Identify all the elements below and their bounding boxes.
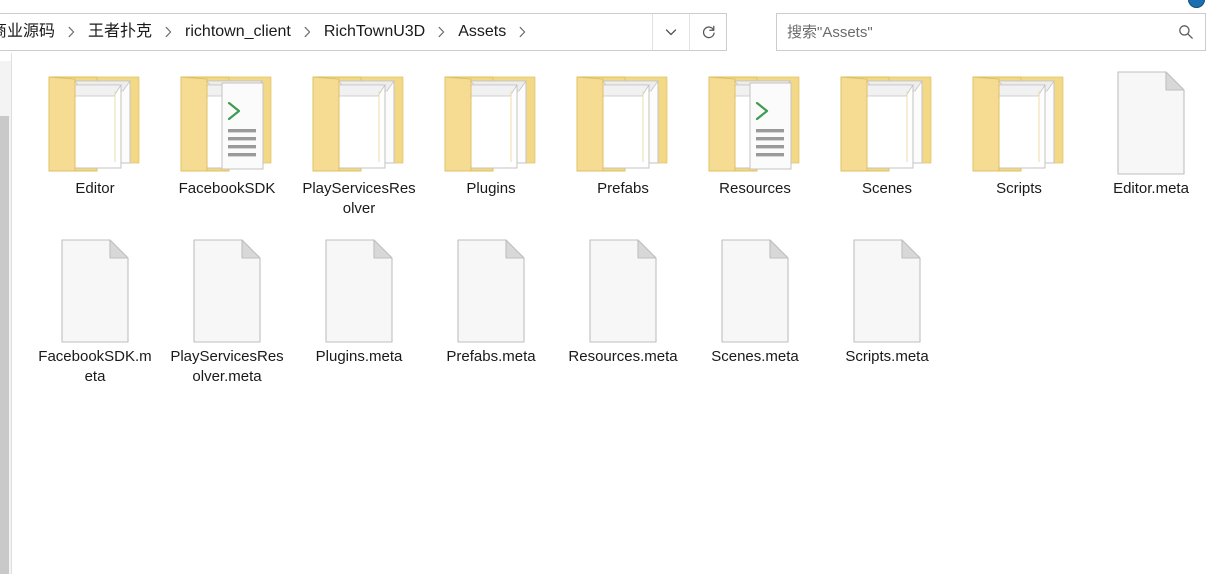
file-item[interactable]: PlayServicesResolver.meta bbox=[167, 235, 287, 387]
blank-document-icon[interactable] bbox=[35, 235, 155, 347]
blank-document-icon[interactable] bbox=[563, 235, 683, 347]
folder-item[interactable]: Plugins bbox=[431, 67, 551, 199]
refresh-icon bbox=[702, 25, 715, 38]
breadcrumb-separator-1[interactable] bbox=[157, 26, 180, 38]
breadcrumb-item-0[interactable]: 商业源码 bbox=[0, 19, 60, 45]
breadcrumb-item-3[interactable]: RichTownU3D bbox=[319, 19, 430, 45]
chevron-right-icon bbox=[68, 26, 75, 38]
file-item[interactable]: Resources.meta bbox=[563, 235, 683, 367]
item-label: Scenes.meta bbox=[711, 348, 799, 365]
chevron-right-icon bbox=[519, 26, 526, 38]
folder-item[interactable]: FacebookSDK bbox=[167, 67, 287, 199]
item-label: Scenes bbox=[861, 180, 913, 197]
blank-document-icon[interactable] bbox=[431, 235, 551, 347]
breadcrumb-item-2[interactable]: richtown_client bbox=[180, 19, 296, 45]
folder-icon[interactable] bbox=[563, 67, 683, 179]
file-item[interactable]: Plugins.meta bbox=[299, 235, 419, 367]
item-label: Resources bbox=[719, 180, 791, 197]
breadcrumb-separator-0[interactable] bbox=[60, 26, 83, 38]
item-label: FacebookSDK.meta bbox=[38, 348, 152, 385]
window-top-strip bbox=[0, 0, 1217, 12]
blank-document-icon[interactable] bbox=[1091, 67, 1211, 179]
folder-icon bbox=[48, 76, 140, 172]
refresh-button[interactable] bbox=[689, 14, 726, 50]
chevron-right-icon bbox=[165, 26, 172, 38]
blank-document-icon bbox=[61, 239, 129, 343]
breadcrumb-separator-2[interactable] bbox=[296, 26, 319, 38]
item-label: Editor bbox=[75, 180, 115, 197]
blank-document-icon bbox=[721, 239, 789, 343]
folder-code-icon[interactable] bbox=[167, 67, 287, 179]
folder-icon[interactable] bbox=[35, 67, 155, 179]
item-label: FacebookSDK bbox=[178, 180, 276, 197]
folder-item[interactable]: Prefabs bbox=[563, 67, 683, 199]
folder-icon[interactable] bbox=[827, 67, 947, 179]
item-label: Scripts bbox=[996, 180, 1042, 197]
address-bar[interactable]: 商业源码王者扑克 richtown_client RichTownU3D Assets bbox=[0, 13, 727, 51]
folder-icon bbox=[576, 76, 668, 172]
file-item[interactable]: FacebookSDK.meta bbox=[35, 235, 155, 387]
breadcrumb-item-4[interactable]: Assets bbox=[453, 19, 511, 45]
item-label: Prefabs.meta bbox=[446, 348, 536, 365]
item-label: PlayServicesResolver.meta bbox=[170, 348, 284, 385]
blank-document-icon[interactable] bbox=[299, 235, 419, 347]
item-label: Editor.meta bbox=[1113, 180, 1189, 197]
item-label: Scripts.meta bbox=[845, 348, 929, 365]
folder-icon bbox=[972, 76, 1064, 172]
file-item[interactable]: Scenes.meta bbox=[695, 235, 815, 367]
blank-document-icon[interactable] bbox=[695, 235, 815, 347]
file-list-area: Editor FacebookSDK PlayServicesResolver … bbox=[0, 53, 1217, 574]
item-label: PlayServicesResolver bbox=[302, 180, 416, 217]
folder-icon bbox=[444, 76, 536, 172]
folder-icon bbox=[312, 76, 404, 172]
file-item[interactable]: Prefabs.meta bbox=[431, 235, 551, 367]
folder-code-icon[interactable] bbox=[695, 67, 815, 179]
account-badge-icon bbox=[1188, 0, 1205, 8]
blank-document-icon bbox=[193, 239, 261, 343]
breadcrumb: 商业源码王者扑克 richtown_client RichTownU3D Assets bbox=[0, 19, 534, 45]
breadcrumb-separator-3[interactable] bbox=[430, 26, 453, 38]
blank-document-icon bbox=[1117, 71, 1185, 175]
folder-item[interactable]: Resources bbox=[695, 67, 815, 199]
chevron-down-icon bbox=[665, 29, 677, 36]
items-grid: Editor FacebookSDK PlayServicesResolver … bbox=[12, 53, 1217, 574]
file-item[interactable]: Editor.meta bbox=[1091, 67, 1211, 199]
blank-document-icon[interactable] bbox=[827, 235, 947, 347]
folder-item[interactable]: PlayServicesResolver bbox=[299, 67, 419, 219]
blank-document-icon[interactable] bbox=[167, 235, 287, 347]
blank-document-icon bbox=[325, 239, 393, 343]
breadcrumb-item-1[interactable]: 王者扑克 bbox=[83, 19, 157, 45]
search-box[interactable] bbox=[776, 13, 1206, 51]
blank-document-icon bbox=[589, 239, 657, 343]
folder-icon[interactable] bbox=[431, 67, 551, 179]
item-label: Plugins.meta bbox=[315, 348, 403, 365]
folder-item[interactable]: Editor bbox=[35, 67, 155, 199]
chevron-right-icon bbox=[304, 26, 311, 38]
folder-item[interactable]: Scenes bbox=[827, 67, 947, 199]
folder-code-icon bbox=[708, 76, 800, 172]
address-bar-buttons bbox=[652, 14, 726, 50]
search-icon[interactable] bbox=[1167, 23, 1205, 41]
blank-document-icon bbox=[853, 239, 921, 343]
folder-code-icon bbox=[180, 76, 272, 172]
splitter-thumb[interactable] bbox=[0, 116, 9, 574]
blank-document-icon bbox=[457, 239, 525, 343]
folder-icon bbox=[840, 76, 932, 172]
chevron-right-icon bbox=[438, 26, 445, 38]
search-input[interactable] bbox=[777, 22, 1167, 42]
splitter-cap bbox=[0, 53, 11, 61]
item-label: Plugins bbox=[466, 180, 516, 197]
file-item[interactable]: Scripts.meta bbox=[827, 235, 947, 367]
previous-locations-button[interactable] bbox=[652, 14, 689, 50]
folder-icon[interactable] bbox=[299, 67, 419, 179]
breadcrumb-separator-4[interactable] bbox=[511, 26, 534, 38]
navigation-pane-splitter[interactable] bbox=[0, 53, 12, 574]
item-label: Prefabs bbox=[597, 180, 649, 197]
address-bar-row: 商业源码王者扑克 richtown_client RichTownU3D Assets bbox=[0, 13, 1217, 52]
file-explorer-window: 商业源码王者扑克 richtown_client RichTownU3D Assets bbox=[0, 0, 1217, 574]
item-label: Resources.meta bbox=[568, 348, 678, 365]
folder-item[interactable]: Scripts bbox=[959, 67, 1079, 199]
folder-icon[interactable] bbox=[959, 67, 1079, 179]
